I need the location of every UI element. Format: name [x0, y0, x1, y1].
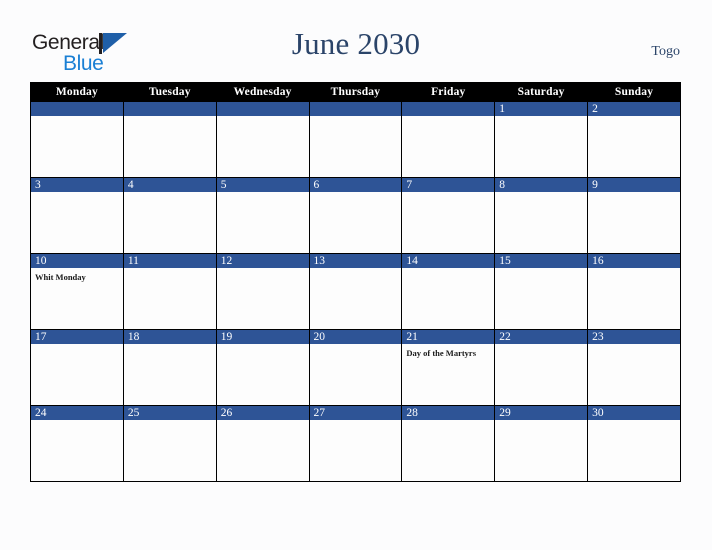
day-number	[31, 102, 123, 116]
calendar-day-cell[interactable]	[215, 101, 310, 178]
weekday-header-sunday: Sunday	[587, 82, 681, 102]
calendar-day-cell[interactable]: 21 Day of the Martyrs	[401, 329, 496, 406]
calendar-day-cell[interactable]: 3	[30, 177, 124, 254]
day-number: 27	[309, 406, 402, 420]
calendar-day-cell[interactable]: 29	[494, 405, 589, 482]
calendar-day-cell[interactable]: 4	[122, 177, 217, 254]
day-number: 9	[588, 178, 680, 192]
calendar-day-cell[interactable]: 2	[587, 101, 681, 178]
day-number: 19	[216, 330, 309, 344]
day-number: 25	[123, 406, 216, 420]
calendar-day-cell[interactable]: 11	[122, 253, 217, 330]
day-number: 1	[495, 102, 588, 116]
weekday-header-saturday: Saturday	[494, 82, 589, 102]
calendar-day-cell[interactable]: 25	[122, 405, 217, 482]
day-number: 2	[588, 102, 680, 116]
calendar-grid: Monday Tuesday Wednesday Thursday Friday…	[30, 82, 681, 482]
weekday-header-thursday: Thursday	[308, 82, 403, 102]
day-number: 22	[495, 330, 588, 344]
day-number: 13	[309, 254, 402, 268]
calendar-day-cell[interactable]	[30, 101, 124, 178]
calendar-day-cell[interactable]: 8	[494, 177, 589, 254]
calendar-day-cell[interactable]	[401, 101, 496, 178]
calendar-day-cell[interactable]: 6	[308, 177, 403, 254]
calendar-day-cell[interactable]: 30	[587, 405, 681, 482]
day-number: 15	[495, 254, 588, 268]
page-header: General Blue June 2030 Togo	[0, 0, 712, 82]
day-number: 30	[588, 406, 680, 420]
day-number	[309, 102, 402, 116]
page-title: June 2030	[291, 26, 421, 61]
day-number: 24	[31, 406, 123, 420]
day-event: Whit Monday	[35, 272, 86, 282]
calendar-day-cell[interactable]: 15	[494, 253, 589, 330]
day-number: 29	[495, 406, 588, 420]
calendar-day-cell[interactable]: 13	[308, 253, 403, 330]
day-number: 17	[31, 330, 123, 344]
day-number: 12	[216, 254, 309, 268]
calendar-day-cell[interactable]: 9	[587, 177, 681, 254]
day-number: 16	[588, 254, 680, 268]
calendar-day-cell[interactable]: 5	[215, 177, 310, 254]
weekday-header-monday: Monday	[30, 82, 124, 102]
calendar-day-cell[interactable]: 26	[215, 405, 310, 482]
calendar-day-cell[interactable]: 18	[122, 329, 217, 406]
weekday-header-tuesday: Tuesday	[122, 82, 217, 102]
calendar-day-cell[interactable]: 23	[587, 329, 681, 406]
calendar-day-cell[interactable]	[122, 101, 217, 178]
calendar-day-cell[interactable]	[308, 101, 403, 178]
day-number	[402, 102, 495, 116]
calendar-day-cell[interactable]: 16	[587, 253, 681, 330]
calendar-day-cell[interactable]: 20	[308, 329, 403, 406]
calendar-day-cell[interactable]: 10 Whit Monday	[30, 253, 124, 330]
calendar-day-cell[interactable]: 1	[494, 101, 589, 178]
day-number: 3	[31, 178, 123, 192]
day-number: 23	[588, 330, 680, 344]
calendar-week-row: 3 4 5 6 7 8 9	[30, 177, 681, 254]
day-event: Day of the Martyrs	[406, 348, 477, 358]
calendar-page: General Blue June 2030 Togo Monday Tuesd…	[0, 0, 712, 550]
day-number: 11	[123, 254, 216, 268]
day-number: 4	[123, 178, 216, 192]
day-number: 20	[309, 330, 402, 344]
weekday-header-wednesday: Wednesday	[215, 82, 310, 102]
day-number	[123, 102, 216, 116]
calendar-day-cell[interactable]: 7	[401, 177, 496, 254]
day-number: 28	[402, 406, 495, 420]
calendar-week-row: 1 2	[30, 101, 681, 178]
calendar-day-cell[interactable]: 14	[401, 253, 496, 330]
day-number: 8	[495, 178, 588, 192]
calendar-week-row: 17 18 19 20 21 Day of the Martyrs 22 23	[30, 329, 681, 406]
calendar-day-cell[interactable]: 24	[30, 405, 124, 482]
day-number: 5	[216, 178, 309, 192]
day-number: 21	[402, 330, 495, 344]
calendar-day-cell[interactable]: 12	[215, 253, 310, 330]
calendar-body: 1 2 3 4 5 6 7 8 9 10 Whit Monday 11 12 13…	[30, 101, 681, 482]
day-number: 6	[309, 178, 402, 192]
day-number	[216, 102, 309, 116]
calendar-day-cell[interactable]: 17	[30, 329, 124, 406]
weekday-header-friday: Friday	[401, 82, 496, 102]
calendar-day-cell[interactable]: 19	[215, 329, 310, 406]
calendar-week-row: 24 25 26 27 28 29 30	[30, 405, 681, 482]
day-number: 18	[123, 330, 216, 344]
calendar-week-row: 10 Whit Monday 11 12 13 14 15 16	[30, 253, 681, 330]
weekday-header-row: Monday Tuesday Wednesday Thursday Friday…	[30, 82, 681, 102]
day-number: 7	[402, 178, 495, 192]
calendar-day-cell[interactable]: 27	[308, 405, 403, 482]
country-label: Togo	[651, 44, 680, 59]
calendar-day-cell[interactable]: 22	[494, 329, 589, 406]
day-number: 14	[402, 254, 495, 268]
calendar-day-cell[interactable]: 28	[401, 405, 496, 482]
day-number: 26	[216, 406, 309, 420]
day-number: 10	[31, 254, 123, 268]
